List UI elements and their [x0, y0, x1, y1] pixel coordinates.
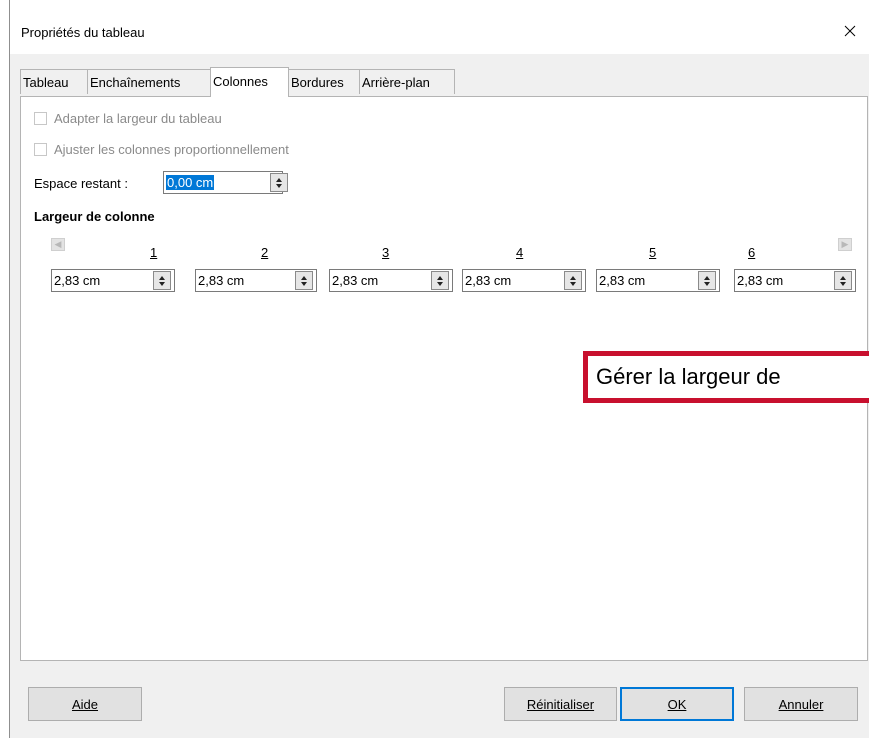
column-5-width-stepper[interactable]: 2,83 cm: [596, 269, 720, 292]
column-header-6: 6: [748, 245, 756, 260]
column-width-heading: Largeur de colonne: [34, 209, 155, 224]
cancel-button[interactable]: Annuler: [744, 687, 858, 721]
reset-button-label: Réinitialiser: [526, 696, 595, 712]
column-6-spin-button[interactable]: [834, 271, 852, 290]
remaining-space-spin-button[interactable]: [270, 173, 288, 192]
scroll-left-button[interactable]: ◀: [51, 238, 65, 251]
arrow-left-icon: ◀: [54, 239, 62, 249]
ok-button-label: OK: [667, 696, 687, 712]
adapt-width-label: Adapter la largeur du tableau: [54, 111, 222, 126]
cancel-button-label: Annuler: [778, 696, 824, 712]
column-2-width-stepper[interactable]: 2,83 cm: [195, 269, 317, 292]
column-header-3: 3: [382, 245, 390, 260]
tooltip-callout: Gérer la largeur de: [583, 351, 869, 403]
column-2-spin-button[interactable]: [295, 271, 313, 290]
adjust-proportional-checkbox[interactable]: [34, 143, 47, 156]
help-button[interactable]: Aide: [28, 687, 142, 721]
spin-down-icon: [159, 281, 165, 286]
spin-up-icon: [840, 275, 846, 280]
spin-up-icon: [276, 177, 282, 182]
column-5-spin-button[interactable]: [698, 271, 716, 290]
remaining-space-stepper[interactable]: 0,00 cm: [163, 171, 288, 194]
column-6-width-stepper[interactable]: 2,83 cm: [734, 269, 856, 292]
spin-up-icon: [570, 275, 576, 280]
spin-up-icon: [301, 275, 307, 280]
adjust-proportional-label: Ajuster les colonnes proportionnellement: [54, 142, 289, 157]
column-4-spin-button[interactable]: [564, 271, 582, 290]
reset-button[interactable]: Réinitialiser: [504, 687, 617, 721]
spin-down-icon: [437, 281, 443, 286]
spin-down-icon: [570, 281, 576, 286]
spin-up-icon: [159, 275, 165, 280]
column-1-width-stepper[interactable]: 2,83 cm: [51, 269, 175, 292]
column-3-spin-button[interactable]: [431, 271, 449, 290]
column-header-1: 1: [150, 245, 158, 260]
remaining-space-label: Espace restant :: [34, 176, 128, 191]
tab-colonnes[interactable]: Colonnes: [210, 67, 289, 97]
remaining-space-value[interactable]: 0,00 cm: [166, 175, 215, 190]
column-header-4: 4: [516, 245, 524, 260]
adjust-proportional-option[interactable]: Ajuster les colonnes proportionnellement: [34, 142, 289, 157]
close-icon: [844, 25, 856, 37]
spin-down-icon: [276, 183, 282, 188]
tab-bordures[interactable]: Bordures: [288, 69, 360, 94]
tab-arriere-plan[interactable]: Arrière-plan: [359, 69, 455, 94]
spin-down-icon: [301, 281, 307, 286]
adapt-width-checkbox[interactable]: [34, 112, 47, 125]
column-header-2: 2: [261, 245, 269, 260]
spin-up-icon: [437, 275, 443, 280]
ok-button[interactable]: OK: [620, 687, 734, 721]
arrow-right-icon: ▶: [841, 239, 849, 249]
help-button-label: Aide: [71, 696, 99, 712]
close-button[interactable]: [833, 14, 867, 48]
column-header-5: 5: [649, 245, 657, 260]
title-bar: Propriétés du tableau: [10, 0, 869, 54]
adapt-width-option[interactable]: Adapter la largeur du tableau: [34, 111, 222, 126]
tab-enchainements[interactable]: Enchaînements: [87, 69, 211, 94]
spin-down-icon: [840, 281, 846, 286]
column-1-spin-button[interactable]: [153, 271, 171, 290]
column-3-width-stepper[interactable]: 2,83 cm: [329, 269, 453, 292]
spin-up-icon: [704, 275, 710, 280]
spin-down-icon: [704, 281, 710, 286]
scroll-right-button[interactable]: ▶: [838, 238, 852, 251]
dialog-title: Propriétés du tableau: [21, 25, 145, 40]
tab-tableau[interactable]: Tableau: [20, 69, 88, 94]
column-4-width-stepper[interactable]: 2,83 cm: [462, 269, 586, 292]
